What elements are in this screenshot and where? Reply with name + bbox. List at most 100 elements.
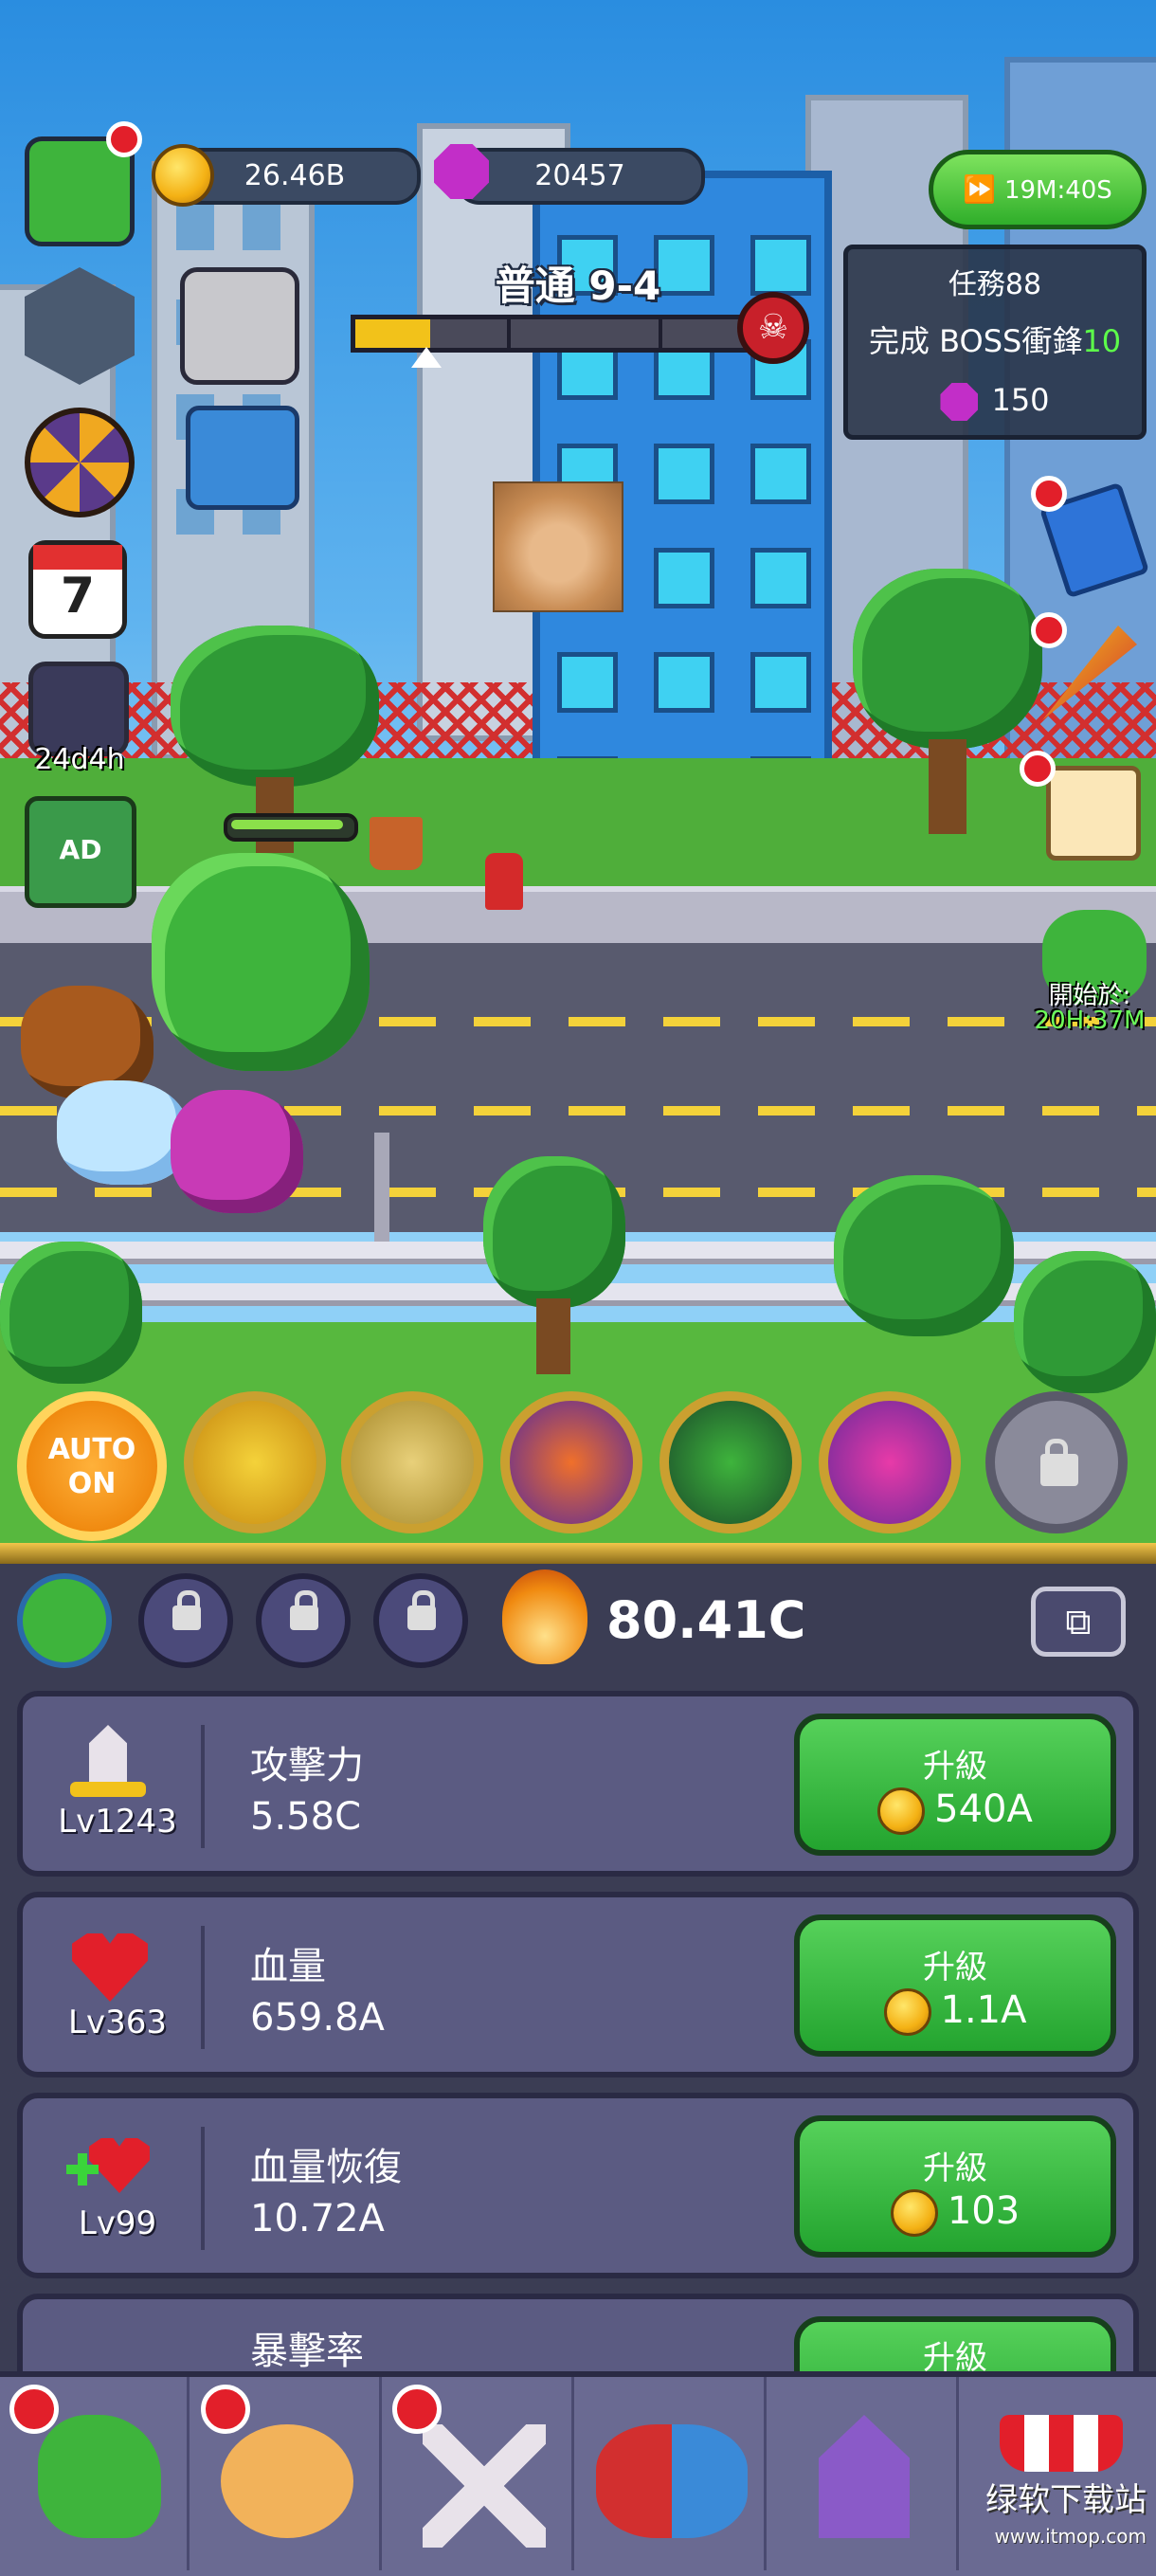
upgrade-cost: 540A [800, 1787, 1111, 1835]
notification-dot [9, 2385, 59, 2434]
switch-button[interactable]: ⧉ [1031, 1587, 1126, 1657]
lock-icon [172, 1590, 201, 1630]
upgrade-row-regen: Lv99 血量恢復 10.72A 升級 103 [17, 2093, 1139, 2278]
upgrade-button-label: 升級 [923, 1949, 987, 1986]
upgrade-name: 暴擊率 [250, 2330, 364, 2371]
notification-dot [201, 2385, 250, 2434]
upgrade-row-crit: 暴擊率 升級 [17, 2294, 1139, 2371]
heart-icon [61, 1926, 155, 2002]
skill-rage-icon[interactable] [819, 1391, 961, 1533]
upgrade-name: 血量恢復 [250, 2146, 402, 2189]
progress-marker-icon [411, 347, 442, 368]
quest-description-text: 完成 BOSS衝鋒 [868, 323, 1083, 359]
upgrade-regen-button[interactable]: 升級 103 [794, 2115, 1116, 2258]
gold-coin-icon [152, 144, 214, 207]
player-health-bar [224, 813, 358, 842]
upgrade-level: Lv1243 [58, 1803, 177, 1841]
lock-icon [290, 1590, 318, 1630]
hero-slot-locked [373, 1573, 468, 1668]
tree [483, 1156, 625, 1374]
divider [201, 2127, 205, 2250]
street-lamp [374, 1133, 389, 1246]
stage-title: 普通 9-4 [495, 263, 661, 309]
upgrade-cost-amount: 103 [947, 2189, 1021, 2233]
quest-description: 完成 BOSS衝鋒10 [848, 317, 1142, 361]
watermark-text: 绿软下载站 [985, 2481, 1147, 2519]
sword-icon [61, 1725, 155, 1801]
cat-photo-image [493, 481, 623, 612]
nav-tab-battle[interactable] [577, 2377, 767, 2570]
auto-state: ON [67, 1467, 117, 1500]
divider [0, 1543, 1156, 1564]
upgrade-row-attack: Lv1243 攻擊力 5.58C 升級 540A [17, 1691, 1139, 1877]
notepad-icon[interactable] [1046, 766, 1141, 861]
castle-icon [819, 2415, 910, 2538]
upgrade-value: 659.8A [250, 1996, 385, 2040]
heart-regen-icon [61, 2127, 155, 2203]
notification-dot [1031, 476, 1067, 512]
divider [201, 1725, 205, 1848]
gold-amount: 26.46B [244, 159, 346, 192]
power-flame-icon [502, 1569, 587, 1664]
skill-lightning-icon[interactable] [341, 1391, 483, 1533]
upgrade-list[interactable]: Lv1243 攻擊力 5.58C 升級 540A Lv363 血量 659.8A… [0, 1670, 1156, 2371]
auto-label: AUTO [47, 1433, 136, 1466]
gem-icon [434, 144, 489, 199]
calendar-icon[interactable]: 7 [28, 540, 127, 639]
fire-hydrant [485, 853, 523, 910]
gem-counter: 20457 [455, 148, 705, 205]
notification-dot [1020, 751, 1056, 787]
upgrade-button-label: 升級 [923, 1748, 987, 1786]
gem-icon [940, 383, 979, 421]
quest-reward: 150 [848, 382, 1142, 421]
crossed-swords-icon [423, 2424, 546, 2548]
upgrade-cost: 1.1A [800, 1988, 1111, 2036]
boss-skull-icon: ☠ [737, 292, 809, 364]
speed-boost-timer: 19M:40S [1003, 176, 1112, 205]
upgrade-attack-button[interactable]: 升級 540A [794, 1714, 1116, 1856]
upgrade-health-button[interactable]: 升級 1.1A [794, 1914, 1116, 2057]
pet-icon [221, 2424, 353, 2538]
lock-icon [1040, 1439, 1078, 1486]
shopping-cart-icon[interactable] [186, 406, 299, 510]
shop-awning-icon [1000, 2415, 1123, 2472]
flower-pot [370, 817, 423, 870]
nav-tab-castle[interactable] [769, 2377, 959, 2570]
skill-fire-breath-icon[interactable] [500, 1391, 642, 1533]
auto-skill-button[interactable]: AUTO ON [17, 1391, 167, 1541]
notification-dot [1031, 612, 1067, 648]
upgrade-cost-amount: 1.1A [940, 1988, 1027, 2032]
blue-ghost-enemy [57, 1080, 190, 1185]
upgrade-name: 血量 [250, 1945, 326, 1988]
boss-pig-icon[interactable] [180, 267, 299, 385]
event-timer: 24d4h [34, 743, 125, 776]
divider [201, 1926, 205, 2049]
rocket-event-icon[interactable] [28, 662, 129, 756]
game-scene[interactable] [0, 0, 1156, 1545]
quest-panel[interactable]: 任務88 完成 BOSS衝鋒10 150 [843, 245, 1147, 440]
upgrade-level: Lv363 [68, 2004, 167, 2041]
upgrade-value: 5.58C [250, 1795, 361, 1839]
gold-coin-icon [890, 2189, 938, 2237]
calendar-day: 7 [60, 568, 96, 625]
tree [1014, 1251, 1156, 1403]
lucky-wheel-icon[interactable] [25, 408, 135, 517]
total-power: 80.41C [606, 1590, 806, 1650]
quest-reward-amount: 150 [991, 382, 1050, 418]
tree [0, 1242, 142, 1403]
gem-amount: 20457 [534, 159, 625, 192]
skill-meteor-icon[interactable] [184, 1391, 326, 1533]
notification-dot [392, 2385, 442, 2434]
skill-summon-icon[interactable] [659, 1391, 802, 1533]
hero-slot-locked [256, 1573, 351, 1668]
upgrade-cost-amount: 540A [934, 1787, 1033, 1831]
purple-mushroom-enemy [171, 1090, 303, 1213]
ad-clapper-icon[interactable]: AD [25, 796, 136, 908]
upgrade-row-health: Lv363 血量 659.8A 升級 1.1A [17, 1892, 1139, 2077]
hero-slot-dinosaur[interactable] [17, 1573, 112, 1668]
skill-locked [985, 1391, 1128, 1533]
event-start-timer: 20H:37M [1034, 1007, 1146, 1035]
upgrade-crit-button[interactable]: 升級 [794, 2316, 1116, 2371]
tree [834, 1175, 1014, 1365]
speed-boost-button[interactable]: ⏩ 19M:40S [929, 150, 1147, 229]
